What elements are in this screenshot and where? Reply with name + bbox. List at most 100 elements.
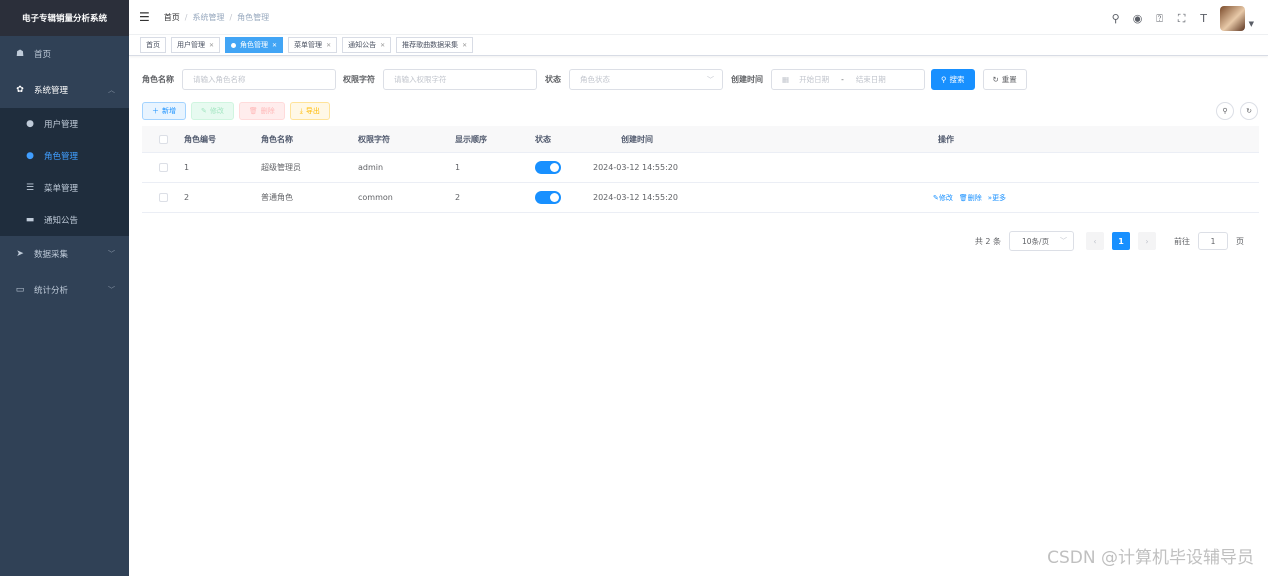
page-unit-label: 页 [1236, 236, 1244, 246]
header-cell [142, 126, 184, 152]
sidebar-item-data-collection[interactable]: ➤ 数据采集 ﹀ [0, 236, 129, 272]
sidebar-item-statistics[interactable]: ▭ 统计分析 ﹀ [0, 272, 129, 308]
role-name-label: 角色名称 [142, 75, 174, 84]
breadcrumb-home[interactable]: 首页 [164, 12, 180, 23]
more-link[interactable]: »更多 [988, 193, 1006, 203]
close-icon[interactable]: ✕ [272, 42, 277, 49]
message-icon: ▬ [25, 215, 35, 225]
pencil-icon: ✎ [201, 107, 207, 115]
select-all-checkbox[interactable] [158, 134, 168, 144]
tag-label: 菜单管理 [294, 41, 323, 49]
sidebar: 电子专辑销量分析系统 ☗ 首页 ✿ 系统管理 ︿ ● 用户管理 ● 角色管理 ☰… [0, 0, 129, 576]
refresh-icon: ↻ [992, 75, 999, 84]
breadcrumb: 首页 / 系统管理 / 角色管理 [164, 12, 269, 23]
role-sort: 1 [455, 163, 461, 172]
role-key-input[interactable]: 请输入权限字符 [383, 69, 537, 90]
link-label: 删除 [967, 193, 982, 202]
add-button[interactable]: ＋新增 [142, 102, 186, 120]
app-title[interactable]: 电子专辑销量分析系统 [0, 0, 129, 36]
tag-home[interactable]: 首页 [140, 37, 166, 53]
hamburger-icon[interactable]: ☰ [139, 10, 150, 24]
font-size-icon[interactable]: T [1198, 12, 1210, 25]
button-label: 修改 [209, 107, 224, 115]
row-cell [142, 153, 184, 182]
row-cell [535, 153, 593, 182]
sidebar-item-system[interactable]: ✿ 系统管理 ︿ [0, 72, 129, 108]
delete-button[interactable]: 🗑 删除 [238, 102, 285, 120]
export-button[interactable]: ⤓ 导出 [289, 102, 330, 120]
right-menu: ⚲ ◉ ⍰ ⛶ T ▼ [1110, 6, 1254, 31]
next-page-button[interactable]: › [1138, 232, 1156, 250]
page-button-current[interactable]: 1 [1112, 232, 1130, 250]
created-time: 2024-03-12 14:55:20 [593, 163, 678, 172]
date-range-picker[interactable]: ▦ 开始日期 - 结束日期 [771, 69, 925, 90]
row-checkbox[interactable] [158, 193, 168, 202]
chevron-down-icon: ﹀ [108, 250, 115, 258]
close-icon[interactable]: ✕ [209, 42, 214, 49]
search-icon[interactable]: ⚲ [1110, 12, 1122, 25]
table-row: 2 普通角色 common 2 2024-03-12 14:55:20 ✎修改 … [142, 183, 1259, 213]
users-icon: ● [26, 151, 34, 161]
row-checkbox[interactable] [158, 163, 168, 172]
start-date-placeholder[interactable]: 开始日期 [799, 74, 829, 85]
link-label: 更多 [992, 193, 1007, 202]
button-label: 重置 [1001, 75, 1017, 84]
sidebar-item-home[interactable]: ☗ 首页 [0, 36, 129, 72]
button-label: 新增 [162, 107, 176, 115]
status-switch[interactable] [535, 161, 561, 174]
edit-button[interactable]: ✎ 修改 [191, 102, 234, 120]
sidebar-item-menus[interactable]: ☰ 菜单管理 [0, 172, 129, 204]
github-icon[interactable]: ◉ [1132, 12, 1144, 25]
sidebar-item-roles[interactable]: ● 角色管理 [0, 140, 129, 172]
tag-users[interactable]: 用户管理 ✕ [171, 37, 221, 53]
placeholder: 角色状态 [580, 75, 610, 84]
caret-down-icon[interactable]: ▼ [1249, 20, 1254, 28]
avatar[interactable] [1219, 6, 1245, 31]
header-cell: 创建时间 [621, 134, 653, 144]
header-cell: 操作 [938, 134, 954, 144]
role-name-input[interactable]: 请输入角色名称 [182, 69, 336, 90]
fullscreen-icon[interactable]: ⛶ [1176, 12, 1188, 26]
dashboard-icon: ☗ [15, 49, 25, 59]
edit-link[interactable]: ✎修改 [933, 193, 953, 203]
tag-roles[interactable]: 角色管理 ✕ [225, 37, 284, 53]
breadcrumb-separator: / [184, 12, 188, 22]
refresh-icon[interactable]: ↻ [1240, 102, 1258, 120]
sidebar-item-label: 用户管理 [44, 120, 79, 130]
help-icon[interactable]: ⍰ [1154, 12, 1166, 26]
tag-song-collection[interactable]: 推荐歌曲数据采集 ✕ [396, 37, 474, 53]
right-toolbar: ⚲ ↻ [1216, 102, 1258, 120]
total-count: 共 2 条 [974, 236, 1001, 246]
tree-list-icon: ☰ [25, 183, 35, 193]
placeholder: 请输入角色名称 [193, 75, 246, 84]
breadcrumb-current: 角色管理 [237, 12, 270, 22]
search-button[interactable]: ⚲ 搜索 [931, 69, 975, 90]
sidebar-item-notices[interactable]: ▬ 通知公告 [0, 204, 129, 236]
prev-page-button[interactable]: ‹ [1086, 232, 1104, 250]
active-dot-icon [231, 42, 237, 48]
button-label: 导出 [305, 107, 320, 115]
page-size-select[interactable]: 10条/页 ﹀ [1009, 231, 1074, 251]
reset-button[interactable]: ↻ 重置 [982, 69, 1027, 90]
close-icon[interactable]: ✕ [380, 42, 385, 49]
watermark: CSDN @计算机毕设辅导员 [1047, 548, 1254, 568]
button-label: 搜索 [949, 75, 965, 84]
delete-link[interactable]: 🗑删除 [959, 193, 982, 203]
tag-menus[interactable]: 菜单管理 ✕ [288, 37, 338, 53]
role-key-label: 权限字符 [343, 75, 375, 84]
search-toggle-icon[interactable]: ⚲ [1216, 102, 1234, 120]
status-switch[interactable] [535, 191, 561, 204]
role-key: admin [358, 163, 384, 172]
close-icon[interactable]: ✕ [462, 42, 467, 49]
close-icon[interactable]: ✕ [326, 42, 331, 49]
role-id: 1 [184, 163, 190, 172]
tag-label: 通知公告 [348, 41, 377, 49]
tag-label: 角色管理 [240, 41, 269, 49]
sidebar-item-users[interactable]: ● 用户管理 [0, 108, 129, 140]
end-date-placeholder[interactable]: 结束日期 [856, 74, 886, 85]
date-separator: - [841, 75, 844, 84]
tag-notices[interactable]: 通知公告 ✕ [342, 37, 392, 53]
goto-page-input[interactable]: 1 [1198, 232, 1228, 250]
status-select[interactable]: 角色状态 ﹀ [569, 69, 723, 90]
action-toolbar: ＋新增 ✎ 修改 🗑 删除 ⤓ 导出 [142, 102, 330, 120]
